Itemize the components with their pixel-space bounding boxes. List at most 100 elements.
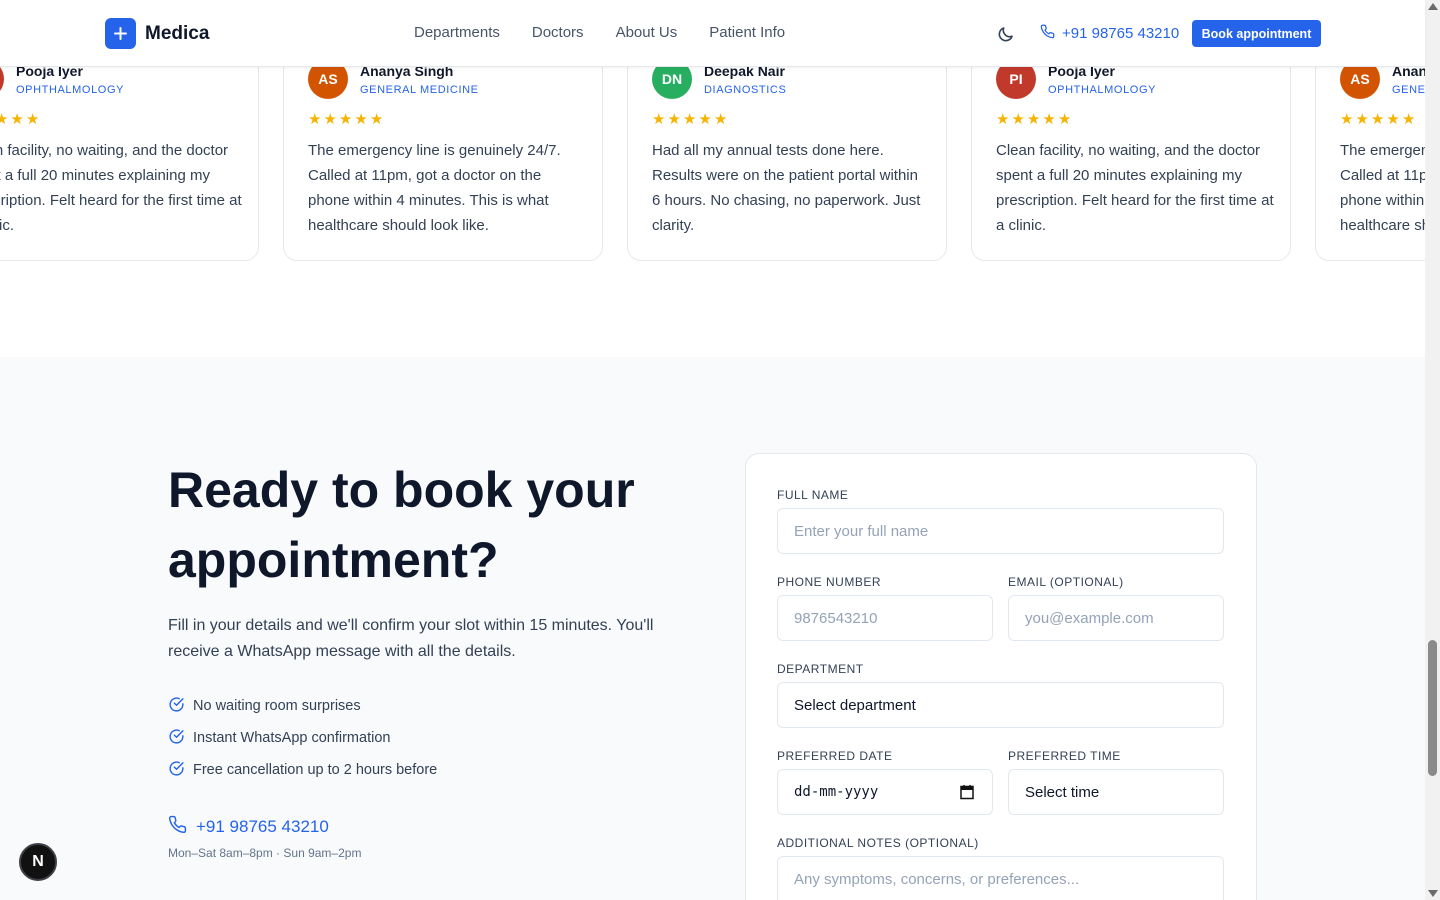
testimonial-text: Clean facility, no waiting, and the doct… — [996, 142, 1274, 234]
star-icon: ★ — [996, 111, 1010, 128]
testimonial-card: ASAnanya SinghGENERAL MEDICINE★★★★★The e… — [283, 40, 603, 261]
check-circle-icon — [168, 696, 185, 717]
time-select[interactable]: Select time — [1008, 769, 1224, 815]
opening-hours: Mon–Sat 8am–8pm · Sun 9am–2pm — [168, 846, 362, 860]
star-icon: ★ — [1386, 111, 1400, 128]
time-label: PREFERRED TIME — [1008, 749, 1121, 763]
star-icon: ★ — [308, 111, 322, 128]
testimonial-text: The emergency line is genuinely 24/7. Ca… — [308, 142, 561, 234]
feature-item: Free cancellation up to 2 hours before — [168, 760, 437, 780]
star-icon: ★ — [1042, 111, 1056, 128]
nav-patient-info[interactable]: Patient Info — [709, 24, 785, 41]
star-icon: ★ — [1340, 111, 1354, 128]
star-rating: ★★★★★ — [308, 112, 383, 127]
plus-icon — [105, 18, 136, 49]
star-icon: ★ — [1057, 111, 1072, 128]
star-icon: ★ — [652, 111, 666, 128]
star-rating: ★★★★★ — [1340, 112, 1415, 127]
feature-text: No waiting room surprises — [193, 698, 361, 714]
booking-title: Ready to book your appointment? — [168, 462, 635, 588]
reviewer-department: GENERAL MEDICINE — [1392, 83, 1425, 96]
feature-item: Instant WhatsApp confirmation — [168, 728, 437, 748]
feature-item: No waiting room surprises — [168, 696, 437, 716]
check-circle-icon — [168, 728, 185, 749]
full-name-label: FULL NAME — [777, 488, 849, 502]
booking-phone-link[interactable]: +91 98765 43210 — [168, 815, 329, 839]
star-icon: ★ — [10, 111, 24, 128]
date-input[interactable]: dd-mm-yyyy — [777, 769, 993, 815]
date-label: PREFERRED DATE — [777, 749, 893, 763]
nav-doctors[interactable]: Doctors — [532, 24, 584, 41]
testimonial-meta: Deepak Nair DIAGNOSTICS — [704, 63, 786, 96]
star-icon: ★ — [354, 111, 368, 128]
nav-departments[interactable]: Departments — [414, 24, 500, 41]
star-icon: ★ — [698, 111, 712, 128]
booking-phone-text: +91 98765 43210 — [196, 817, 329, 836]
star-rating: ★★★★★ — [996, 112, 1071, 127]
scroll-down-arrow-icon[interactable] — [1428, 890, 1438, 897]
testimonial-meta: Pooja Iyer OPHTHALMOLOGY — [1048, 63, 1156, 96]
star-icon: ★ — [338, 111, 353, 128]
scrollbar-thumb[interactable] — [1428, 640, 1437, 776]
feature-text: Instant WhatsApp confirmation — [193, 730, 391, 746]
testimonial-meta: Ananya SinghGENERAL MEDICINE — [1392, 63, 1425, 96]
site-header: Medica Departments Doctors About Us Pati… — [0, 0, 1425, 67]
star-icon: ★ — [713, 111, 728, 128]
calendar-icon[interactable] — [960, 784, 974, 800]
booking-subtitle: Fill in your details and we'll confirm y… — [168, 617, 654, 660]
reviewer-department: GENERAL MEDICINE — [360, 83, 479, 96]
phone-icon — [1040, 24, 1055, 43]
feature-list: No waiting room surprises Instant WhatsAp… — [168, 696, 437, 780]
page-scrollbar[interactable] — [1425, 0, 1440, 900]
email-input[interactable]: you@example.com — [1008, 595, 1224, 641]
full-name-input[interactable]: Enter your full name — [777, 508, 1224, 554]
notes-label: ADDITIONAL NOTES (OPTIONAL) — [777, 836, 979, 850]
star-rating: ★★★★★ — [652, 112, 727, 127]
star-icon: ★ — [323, 111, 337, 128]
phone-label: PHONE NUMBER — [777, 575, 882, 589]
brand-logo[interactable]: Medica — [105, 18, 209, 49]
main-nav: Departments Doctors About Us Patient Inf… — [414, 24, 785, 41]
phone-input[interactable]: 9876543210 — [777, 595, 993, 641]
star-icon: ★ — [369, 111, 384, 128]
book-appointment-button[interactable]: Book appointment — [1192, 20, 1321, 47]
reviewer-department: DIAGNOSTICS — [704, 83, 787, 96]
star-icon: ★ — [667, 111, 681, 128]
testimonial-meta: Pooja Iyer OPHTHALMOLOGY — [16, 63, 124, 96]
testimonial-card: PIPooja IyerOPHTHALMOLOGY★★★★★Clean faci… — [0, 40, 259, 261]
brand-name: Medica — [145, 22, 210, 44]
star-icon: ★ — [1026, 111, 1041, 128]
appointment-form: FULL NAME Enter your full name PHONE NUM… — [745, 453, 1257, 900]
testimonial-card: ASAnanya SinghGENERAL MEDICINE★★★★★The e… — [1315, 40, 1425, 261]
testimonial-meta: Ananya SinghGENERAL MEDICINE — [360, 63, 479, 96]
dev-tools-badge[interactable]: N — [19, 843, 57, 881]
nav-about-us[interactable]: About Us — [616, 24, 678, 41]
department-select[interactable]: Select department — [777, 682, 1224, 728]
testimonial-card: DN Deepak Nair DIAGNOSTICS ★ ★ ★ ★ ★ Had all my … — [627, 40, 947, 261]
star-icon: ★ — [1355, 111, 1369, 128]
feature-text: Free cancellation up to 2 hours before — [193, 762, 438, 778]
date-value: dd-mm-yyyy — [794, 784, 879, 800]
star-icon: ★ — [1370, 111, 1385, 128]
phone-icon — [168, 815, 187, 839]
booking-section: Ready to book your appointment? Fill in … — [0, 357, 1425, 900]
star-icon: ★ — [1401, 111, 1416, 128]
scroll-up-arrow-icon[interactable] — [1428, 3, 1438, 10]
header-phone-text: +91 98765 43210 — [1062, 25, 1180, 42]
star-icon: ★ — [1011, 111, 1025, 128]
reviewer-department: OPHTHALMOLOGY — [1048, 83, 1157, 96]
star-rating: ★★★★★ — [0, 112, 39, 127]
star-icon: ★ — [25, 111, 40, 128]
department-label: DEPARTMENT — [777, 662, 864, 676]
testimonial-card: PIPooja IyerOPHTHALMOLOGY★★★★★Clean faci… — [971, 40, 1291, 261]
moon-icon[interactable] — [996, 24, 1016, 44]
reviewer-department: OPHTHALMOLOGY — [16, 83, 125, 96]
star-icon: ★ — [0, 111, 9, 128]
testimonial-text: Had all my annual tests done here. Resul… — [652, 142, 921, 234]
star-icon: ★ — [682, 111, 697, 128]
header-phone-link[interactable]: +91 98765 43210 — [1040, 24, 1179, 43]
check-circle-icon — [168, 760, 185, 781]
testimonial-text: Clean facility, no waiting, and the doct… — [0, 142, 242, 234]
notes-textarea[interactable]: Any symptoms, concerns, or preferences..… — [777, 856, 1224, 900]
email-label: EMAIL (OPTIONAL) — [1008, 575, 1124, 589]
